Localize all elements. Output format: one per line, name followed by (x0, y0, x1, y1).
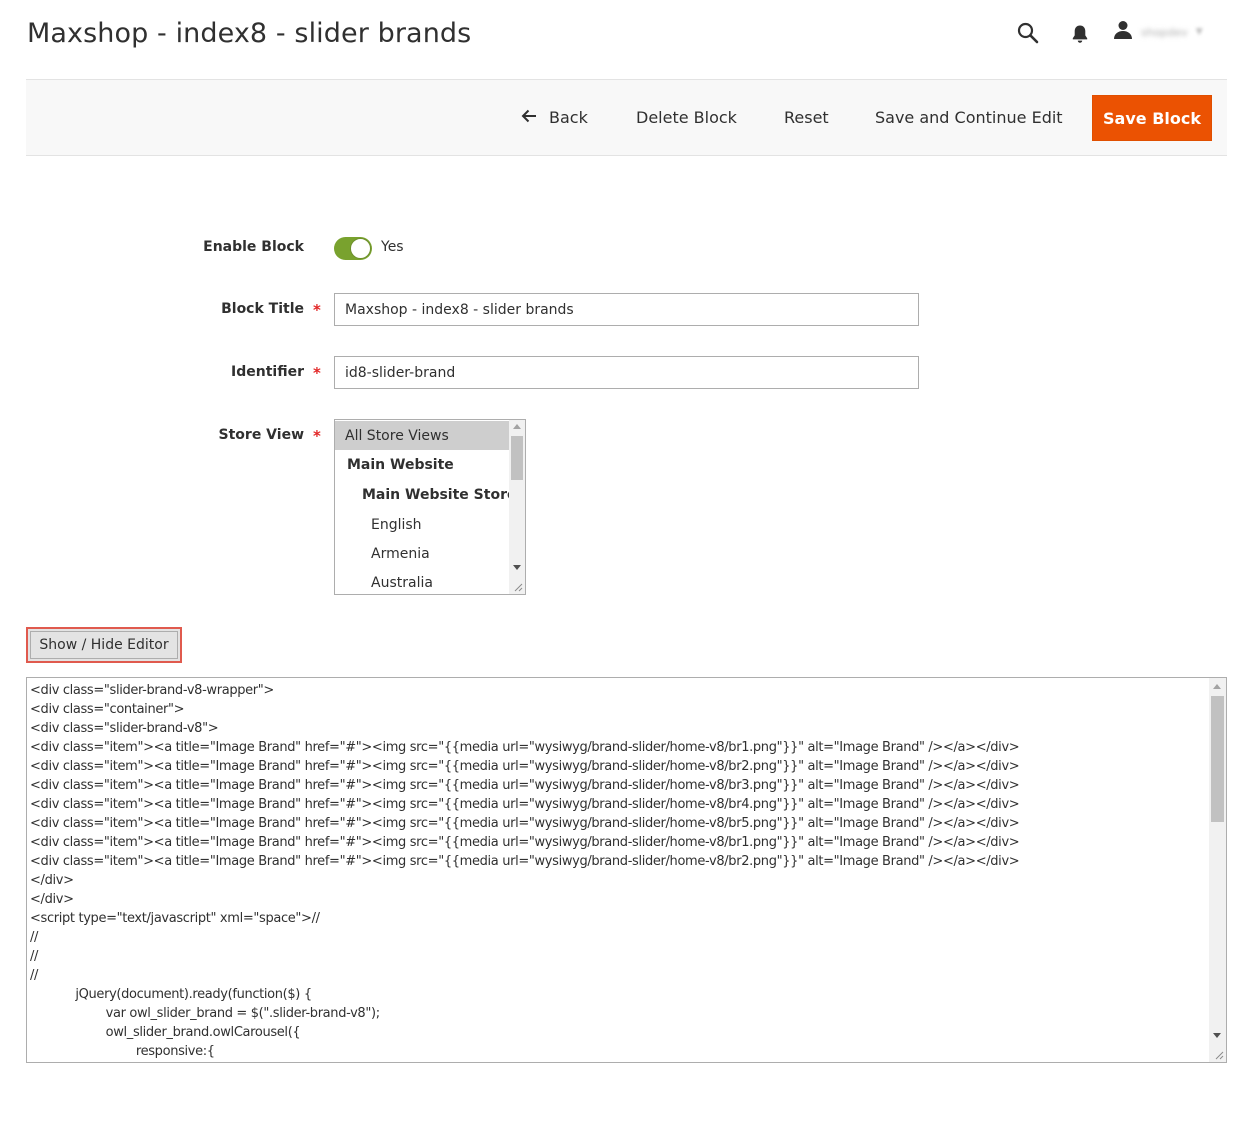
block-title-input[interactable] (334, 293, 919, 326)
scrollbar-thumb[interactable] (1211, 696, 1224, 822)
required-mark: * (313, 301, 321, 319)
editor-line: // (30, 930, 39, 945)
user-name: shopdev (1141, 25, 1188, 39)
required-mark: * (313, 427, 321, 445)
scrollbar-thumb[interactable] (511, 436, 523, 480)
content-editor-textarea[interactable]: <div class="slider-brand-v8-wrapper"> <di… (26, 677, 1227, 1063)
user-menu[interactable]: shopdev ▼ (1113, 18, 1223, 46)
editor-line: <div class="item"><a title="Image Brand"… (30, 759, 1020, 774)
store-view-option-english[interactable]: English (335, 510, 510, 539)
store-view-scrollbar[interactable] (509, 420, 525, 594)
editor-line: <div class="item"><a title="Image Brand"… (30, 797, 1020, 812)
editor-line: <script type="text/javascript" xml="spac… (30, 911, 320, 926)
identifier-input[interactable] (334, 356, 919, 389)
enable-block-label: Enable Block (203, 239, 304, 255)
page-title: Maxshop - index8 - slider brands (27, 18, 472, 49)
enable-block-toggle[interactable] (334, 237, 372, 260)
editor-line: owl_slider_brand.owlCarousel({ (30, 1025, 301, 1040)
editor-line: <div class="container"> (30, 702, 185, 717)
delete-block-button[interactable]: Delete Block (636, 108, 737, 127)
editor-line: jQuery(document).ready(function($) { (30, 987, 312, 1002)
show-hide-editor-button[interactable]: Show / Hide Editor (26, 627, 182, 663)
store-view-multiselect[interactable]: All Store Views Main Website Main Websit… (334, 419, 526, 595)
editor-line: </div> (30, 892, 74, 907)
save-and-continue-button[interactable]: Save and Continue Edit (875, 108, 1063, 127)
user-icon (1113, 20, 1133, 44)
editor-scrollbar[interactable] (1209, 678, 1226, 1062)
scroll-down-icon[interactable] (513, 565, 521, 570)
resize-grip-icon[interactable] (1215, 1051, 1224, 1060)
editor-line: <div class="item"><a title="Image Brand"… (30, 740, 1020, 755)
editor-line: <div class="item"><a title="Image Brand"… (30, 816, 1020, 831)
show-hide-editor-label: Show / Hide Editor (30, 631, 178, 659)
block-title-label: Block Title (221, 301, 304, 317)
scroll-down-icon[interactable] (1213, 1033, 1221, 1038)
editor-line: responsive:{ (30, 1044, 215, 1059)
store-view-option-main-website-store: Main Website Store (362, 486, 517, 503)
save-block-button[interactable]: Save Block (1092, 95, 1212, 141)
search-icon[interactable] (1015, 20, 1041, 46)
notifications-icon[interactable] (1067, 21, 1093, 47)
editor-line: <div class="slider-brand-v8"> (30, 721, 219, 736)
scroll-up-icon[interactable] (513, 424, 521, 429)
toggle-knob (350, 238, 371, 259)
editor-line: </div> (30, 873, 74, 888)
editor-line: // (30, 949, 39, 964)
chevron-down-icon: ▼ (1195, 27, 1203, 37)
store-view-option-main-website: Main Website (347, 456, 454, 473)
editor-line: <div class="slider-brand-v8-wrapper"> (30, 683, 274, 698)
store-view-option-armenia[interactable]: Armenia (335, 539, 510, 568)
editor-content[interactable]: <div class="slider-brand-v8-wrapper"> <di… (30, 681, 1208, 1061)
editor-line: var owl_slider_brand = $(".slider-brand-… (30, 1006, 380, 1021)
store-view-label: Store View (218, 427, 304, 443)
identifier-label: Identifier (231, 364, 304, 380)
resize-grip-icon[interactable] (514, 583, 523, 592)
editor-line: <div class="item"><a title="Image Brand"… (30, 835, 1020, 850)
store-view-option-australia[interactable]: Australia (335, 568, 510, 594)
required-mark: * (313, 364, 321, 382)
editor-line: // (30, 968, 39, 983)
editor-line: <div class="item"><a title="Image Brand"… (30, 854, 1020, 869)
reset-button[interactable]: Reset (784, 108, 829, 127)
store-view-option-all[interactable]: All Store Views (335, 421, 510, 450)
enable-block-value: Yes (381, 239, 404, 255)
back-label: Back (549, 108, 588, 127)
scroll-up-icon[interactable] (1213, 684, 1221, 689)
editor-line: <div class="item"><a title="Image Brand"… (30, 778, 1020, 793)
arrow-left-icon (521, 108, 537, 127)
back-button[interactable]: Back (521, 108, 588, 127)
page-actions-toolbar: Back Delete Block Reset Save and Continu… (26, 79, 1227, 156)
